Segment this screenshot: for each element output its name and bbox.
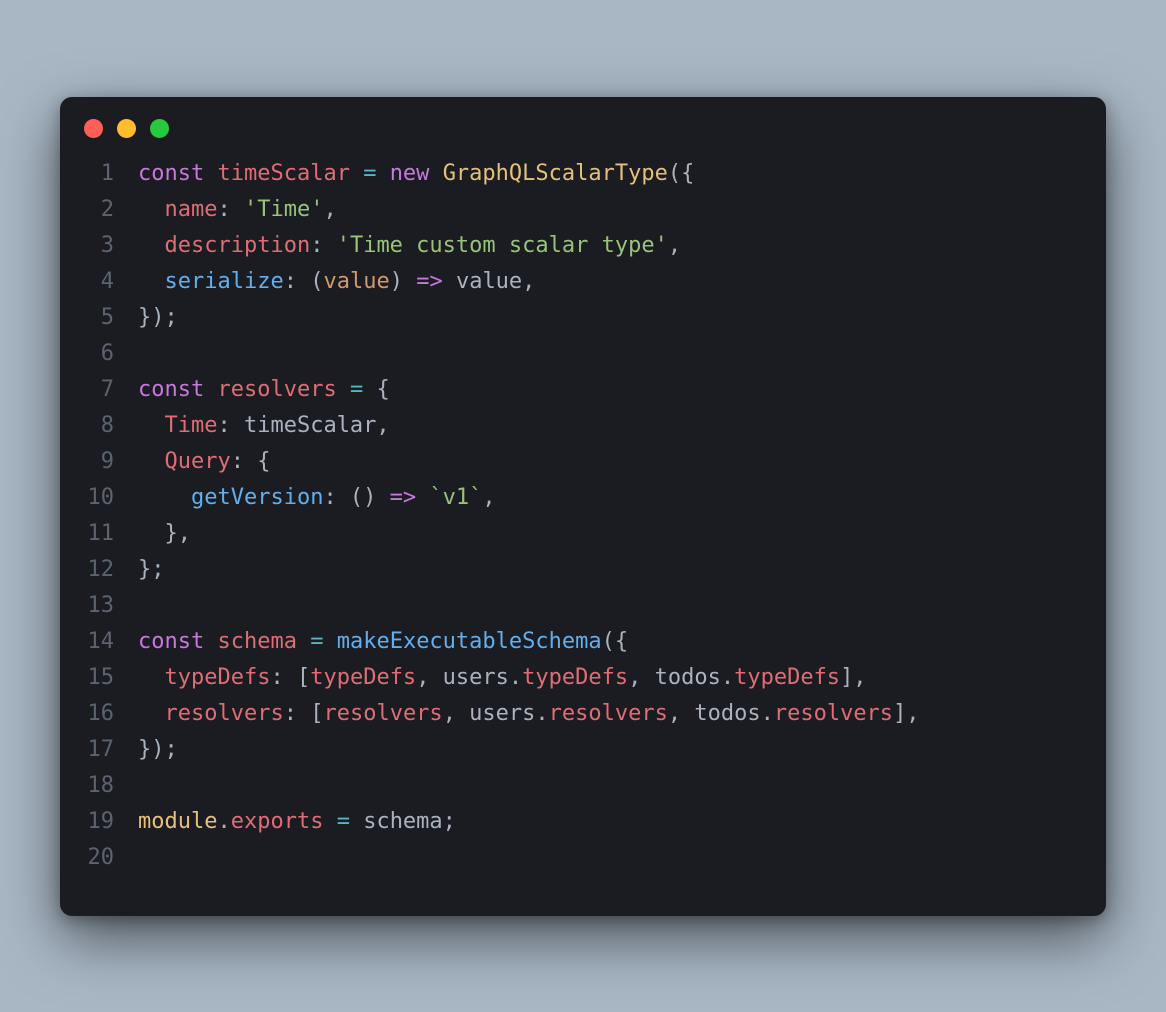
- line-content: [138, 768, 151, 804]
- line-number: 2: [84, 192, 138, 228]
- line-number: 13: [84, 588, 138, 624]
- line-content: getVersion: () => `v1`,: [138, 480, 496, 516]
- code-line: 13: [84, 588, 1082, 624]
- code-line: 15 typeDefs: [typeDefs, users.typeDefs, …: [84, 660, 1082, 696]
- line-number: 19: [84, 804, 138, 840]
- line-content: resolvers: [resolvers, users.resolvers, …: [138, 696, 920, 732]
- line-content: serialize: (value) => value,: [138, 264, 535, 300]
- line-content: Time: timeScalar,: [138, 408, 390, 444]
- code-line: 3 description: 'Time custom scalar type'…: [84, 228, 1082, 264]
- line-number: 4: [84, 264, 138, 300]
- line-content: const resolvers = {: [138, 372, 390, 408]
- line-number: 11: [84, 516, 138, 552]
- line-number: 15: [84, 660, 138, 696]
- code-line: 5});: [84, 300, 1082, 336]
- code-line: 10 getVersion: () => `v1`,: [84, 480, 1082, 516]
- line-number: 17: [84, 732, 138, 768]
- code-line: 1const timeScalar = new GraphQLScalarTyp…: [84, 156, 1082, 192]
- line-content: const timeScalar = new GraphQLScalarType…: [138, 156, 694, 192]
- line-content: module.exports = schema;: [138, 804, 456, 840]
- line-content: const schema = makeExecutableSchema({: [138, 624, 628, 660]
- code-line: 9 Query: {: [84, 444, 1082, 480]
- code-line: 20: [84, 840, 1082, 876]
- code-line: 7const resolvers = {: [84, 372, 1082, 408]
- code-line: 12};: [84, 552, 1082, 588]
- line-number: 5: [84, 300, 138, 336]
- code-line: 8 Time: timeScalar,: [84, 408, 1082, 444]
- line-number: 12: [84, 552, 138, 588]
- zoom-icon[interactable]: [150, 119, 169, 138]
- close-icon[interactable]: [84, 119, 103, 138]
- line-content: };: [138, 552, 165, 588]
- line-content: typeDefs: [typeDefs, users.typeDefs, tod…: [138, 660, 867, 696]
- line-number: 20: [84, 840, 138, 876]
- line-content: name: 'Time',: [138, 192, 337, 228]
- line-content: });: [138, 732, 178, 768]
- code-line: 6: [84, 336, 1082, 372]
- line-number: 6: [84, 336, 138, 372]
- line-content: [138, 840, 151, 876]
- code-line: 11 },: [84, 516, 1082, 552]
- line-number: 7: [84, 372, 138, 408]
- line-number: 3: [84, 228, 138, 264]
- line-number: 8: [84, 408, 138, 444]
- line-number: 1: [84, 156, 138, 192]
- line-content: description: 'Time custom scalar type',: [138, 228, 681, 264]
- line-number: 9: [84, 444, 138, 480]
- line-number: 18: [84, 768, 138, 804]
- line-content: },: [138, 516, 191, 552]
- code-editor[interactable]: 1const timeScalar = new GraphQLScalarTyp…: [60, 148, 1106, 916]
- line-content: [138, 336, 151, 372]
- code-line: 16 resolvers: [resolvers, users.resolver…: [84, 696, 1082, 732]
- code-window: 1const timeScalar = new GraphQLScalarTyp…: [60, 97, 1106, 916]
- code-line: 19module.exports = schema;: [84, 804, 1082, 840]
- code-line: 2 name: 'Time',: [84, 192, 1082, 228]
- code-line: 18: [84, 768, 1082, 804]
- code-line: 17});: [84, 732, 1082, 768]
- minimize-icon[interactable]: [117, 119, 136, 138]
- code-line: 4 serialize: (value) => value,: [84, 264, 1082, 300]
- line-content: [138, 588, 151, 624]
- line-content: });: [138, 300, 178, 336]
- line-number: 16: [84, 696, 138, 732]
- line-number: 10: [84, 480, 138, 516]
- line-number: 14: [84, 624, 138, 660]
- code-line: 14const schema = makeExecutableSchema({: [84, 624, 1082, 660]
- window-titlebar: [60, 97, 1106, 148]
- line-content: Query: {: [138, 444, 270, 480]
